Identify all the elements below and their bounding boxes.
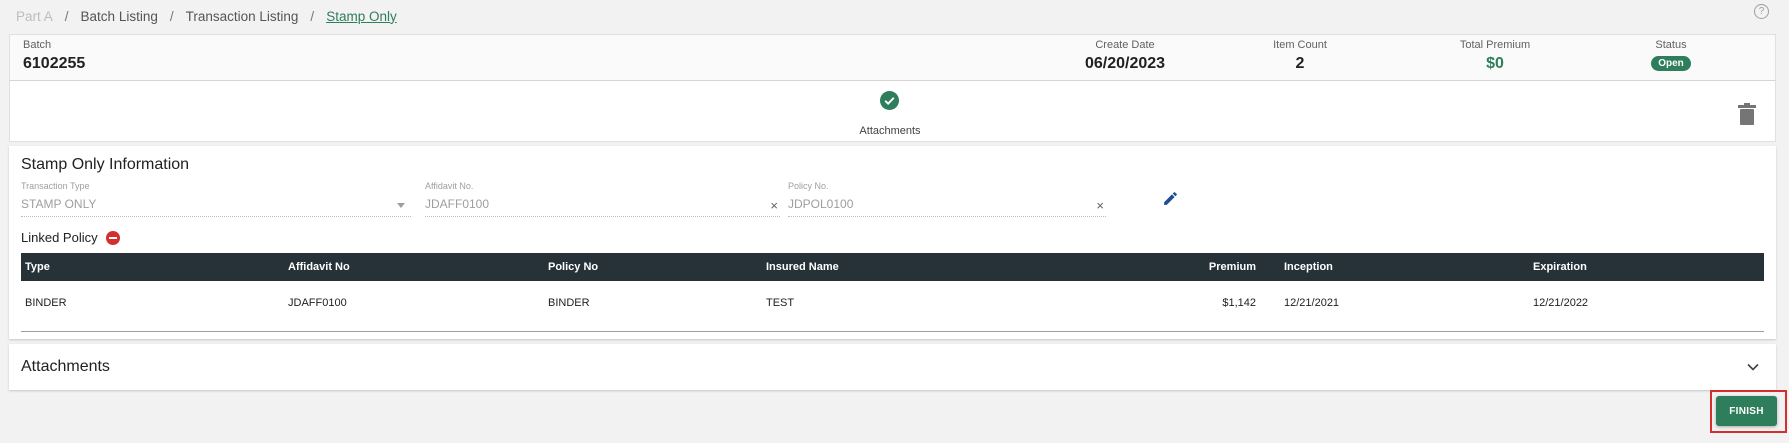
column-header-type[interactable]: Type	[25, 253, 50, 281]
table-row[interactable]: BINDER JDAFF0100 BINDER TEST $1,142 12/2…	[21, 281, 1764, 325]
trash-icon[interactable]	[1738, 103, 1756, 125]
create-date-field: Create Date 06/20/2023	[1068, 39, 1182, 73]
total-premium-label: Total Premium	[1459, 39, 1531, 51]
column-header-affidavit-no[interactable]: Affidavit No	[288, 253, 350, 281]
column-header-inception[interactable]: Inception	[1284, 253, 1333, 281]
breadcrumb-transaction-listing[interactable]: Transaction Listing	[186, 9, 299, 24]
affidavit-no-label: Affidavit No.	[425, 181, 474, 191]
column-header-insured-name[interactable]: Insured Name	[766, 253, 839, 281]
cell-insured-name: TEST	[766, 297, 795, 309]
attachments-indicator-label[interactable]: Attachments	[810, 125, 970, 137]
batch-label: Batch	[23, 39, 52, 51]
pencil-icon[interactable]	[1162, 190, 1179, 207]
breadcrumb-batch-listing[interactable]: Batch Listing	[81, 9, 158, 24]
breadcrumb-separator: /	[64, 8, 69, 24]
input-underline	[788, 216, 1106, 217]
table-header: Type Affidavit No Policy No Insured Name…	[21, 253, 1764, 281]
cell-policy-no: BINDER	[548, 297, 590, 309]
policy-no-value: JDPOL0100	[788, 197, 854, 211]
input-underline	[425, 216, 780, 217]
cell-type: BINDER	[25, 297, 67, 309]
breadcrumb-part-a: Part A	[16, 8, 53, 24]
policy-no-label: Policy No.	[788, 181, 829, 191]
breadcrumb-stamp-only[interactable]: Stamp Only	[326, 9, 397, 24]
dropdown-arrow-icon[interactable]	[397, 203, 405, 208]
create-date-value: 06/20/2023	[1084, 55, 1166, 72]
transaction-type-label: Transaction Type	[21, 181, 90, 191]
stamp-only-info-card: Stamp Only Information Transaction Type …	[9, 146, 1776, 339]
clear-icon[interactable]: ×	[770, 198, 778, 213]
item-count-label: Item Count	[1273, 39, 1327, 51]
affidavit-no-value: JDAFF0100	[425, 197, 490, 211]
cell-inception: 12/21/2021	[1284, 297, 1340, 309]
clear-icon[interactable]: ×	[1096, 198, 1104, 213]
help-icon[interactable]: ?	[1754, 4, 1769, 19]
item-count-value: 2	[1295, 55, 1305, 72]
transaction-type-select[interactable]: Transaction Type STAMP ONLY	[21, 181, 411, 217]
cell-premium: $1,142	[1222, 297, 1256, 309]
total-premium-value: $0	[1486, 55, 1504, 72]
batch-summary: Batch 6102255 Create Date 06/20/2023 Ite…	[9, 34, 1776, 81]
status-label: Status	[1655, 39, 1687, 51]
column-header-expiration[interactable]: Expiration	[1533, 253, 1587, 281]
column-header-policy-no[interactable]: Policy No	[548, 253, 598, 281]
section-title: Stamp Only Information	[21, 156, 190, 173]
attachments-section[interactable]: Attachments	[9, 344, 1776, 390]
attachments-indicator: Attachments	[9, 81, 1776, 142]
check-circle-icon[interactable]	[880, 91, 899, 110]
cell-expiration: 12/21/2022	[1533, 297, 1589, 309]
batch-value: 6102255	[23, 55, 86, 72]
create-date-label: Create Date	[1095, 39, 1155, 51]
input-underline	[21, 216, 411, 217]
finish-button[interactable]: FINISH	[1716, 396, 1777, 426]
chevron-down-icon[interactable]	[1746, 360, 1760, 374]
breadcrumb: Part A / Batch Listing / Transaction Lis…	[16, 6, 397, 26]
policy-no-field[interactable]: Policy No. JDPOL0100 ×	[788, 181, 1106, 217]
linked-policy-label: Linked Policy	[21, 230, 98, 245]
breadcrumb-separator: /	[169, 8, 174, 24]
status-field: Status Open	[1641, 39, 1701, 71]
affidavit-no-field[interactable]: Affidavit No. JDAFF0100 ×	[425, 181, 780, 217]
linked-policy-header: Linked Policy	[21, 230, 120, 245]
remove-circle-icon[interactable]	[105, 230, 120, 245]
status-badge: Open	[1651, 56, 1691, 71]
total-premium-field: Total Premium $0	[1447, 39, 1543, 73]
column-header-premium[interactable]: Premium	[1209, 253, 1256, 281]
item-count-field: Item Count 2	[1265, 39, 1335, 73]
transaction-type-value: STAMP ONLY	[21, 197, 97, 211]
batch-field: Batch 6102255	[23, 39, 85, 73]
cell-affidavit-no: JDAFF0100	[288, 297, 347, 309]
breadcrumb-separator: /	[310, 8, 315, 24]
linked-policy-table: Type Affidavit No Policy No Insured Name…	[21, 253, 1764, 332]
attachments-section-title: Attachments	[21, 358, 110, 375]
